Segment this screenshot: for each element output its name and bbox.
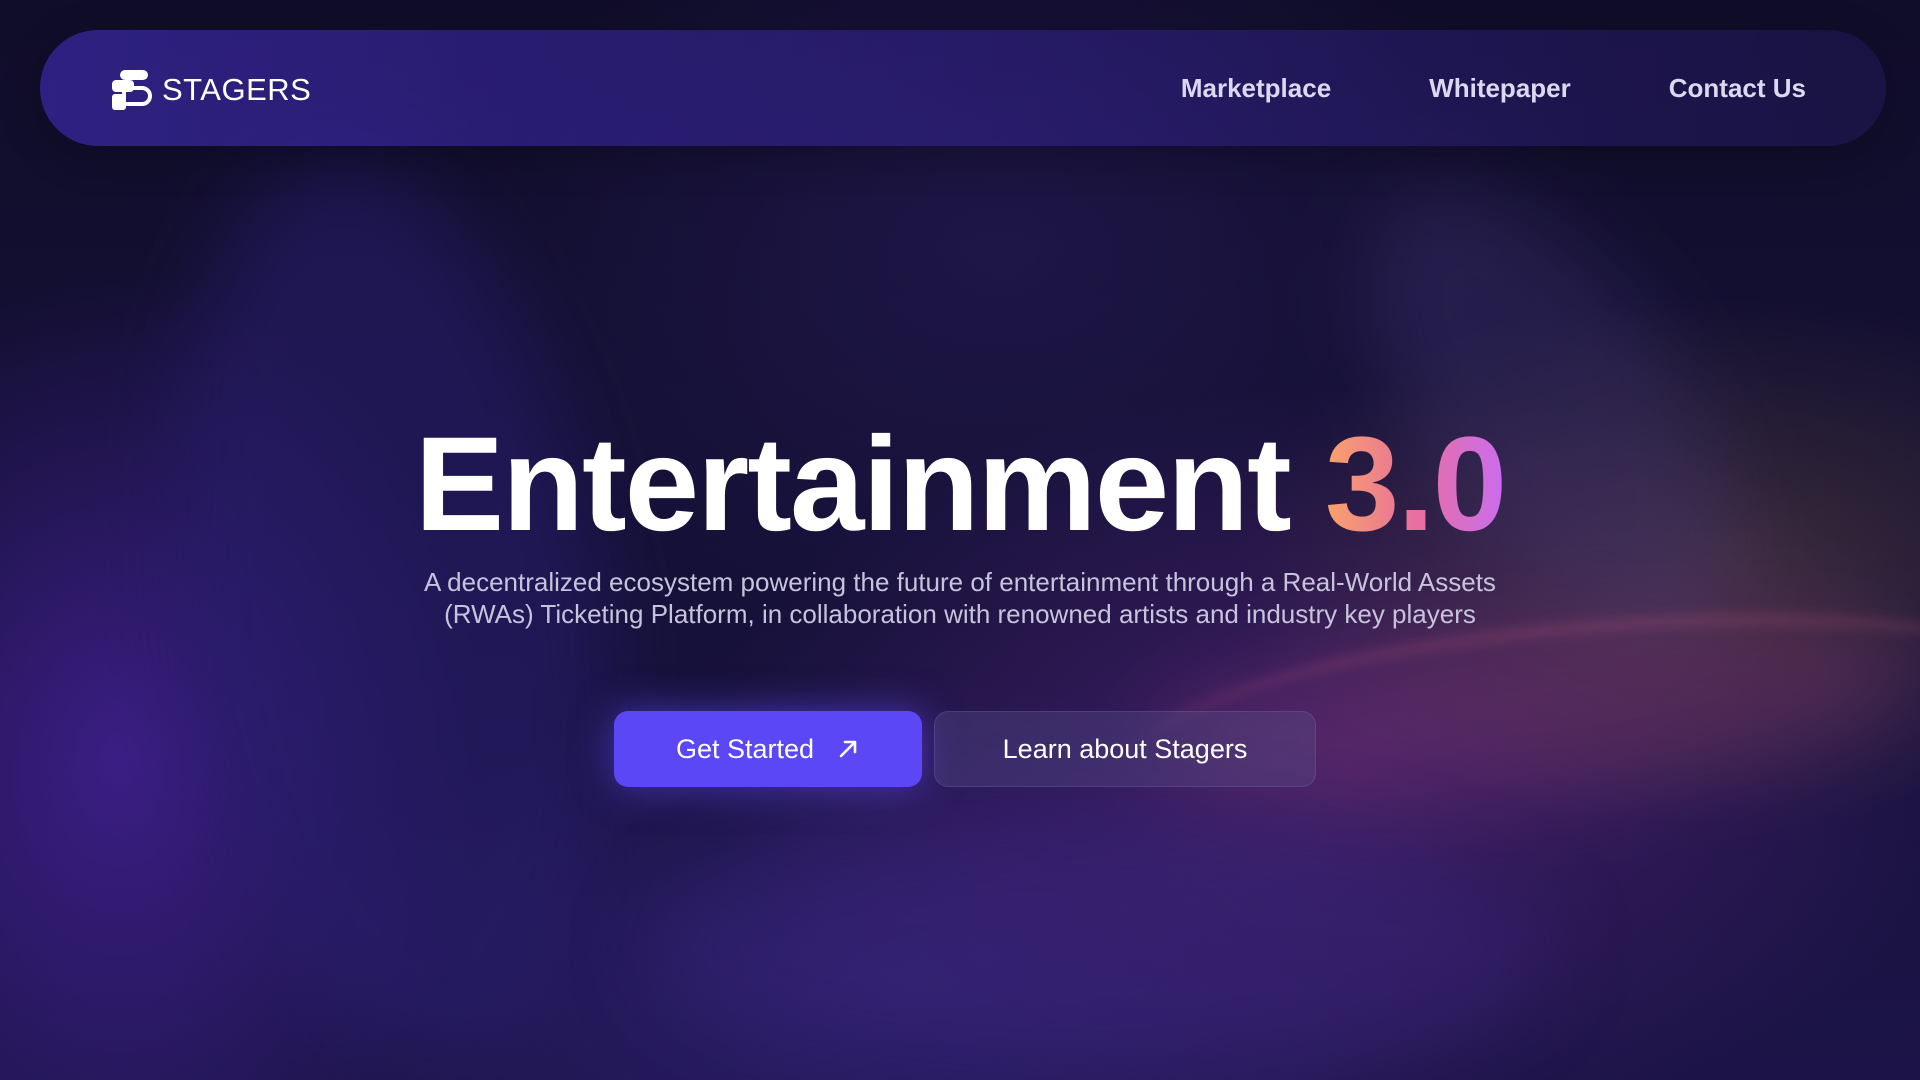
learn-about-stagers-button[interactable]: Learn about Stagers <box>934 711 1316 787</box>
hero-title: Entertainment 3.0 <box>0 410 1920 560</box>
get-started-label: Get Started <box>675 733 815 764</box>
hero-subtitle-line: A decentralized ecosystem powering the f… <box>424 567 1496 597</box>
page-background: STAGERS Marketplace Whitepaper Contact U… <box>0 0 1920 1080</box>
hero-title-accent: 3.0 <box>1324 410 1507 559</box>
learn-about-label: Learn about Stagers <box>1002 733 1248 764</box>
get-started-button[interactable]: Get Started <box>614 711 922 787</box>
brand-logo[interactable]: STAGERS <box>110 68 311 112</box>
hero-subtitle-line: (RWAs) Ticketing Platform, in collaborat… <box>444 599 1476 629</box>
nav-link-contact-us[interactable]: Contact Us <box>1669 68 1806 108</box>
brand-name: STAGERS <box>162 72 312 107</box>
background-blur-shape <box>650 820 1550 1080</box>
arrow-up-right-icon <box>839 740 857 758</box>
hero-title-main: Entertainment <box>414 410 1292 559</box>
stagers-logo-icon <box>112 70 152 110</box>
nav-links: Marketplace Whitepaper Contact Us <box>1181 68 1806 108</box>
hero-subtitle: A decentralized ecosystem powering the f… <box>360 566 1560 630</box>
nav-link-whitepaper[interactable]: Whitepaper <box>1429 68 1571 108</box>
nav-link-marketplace[interactable]: Marketplace <box>1181 68 1331 108</box>
